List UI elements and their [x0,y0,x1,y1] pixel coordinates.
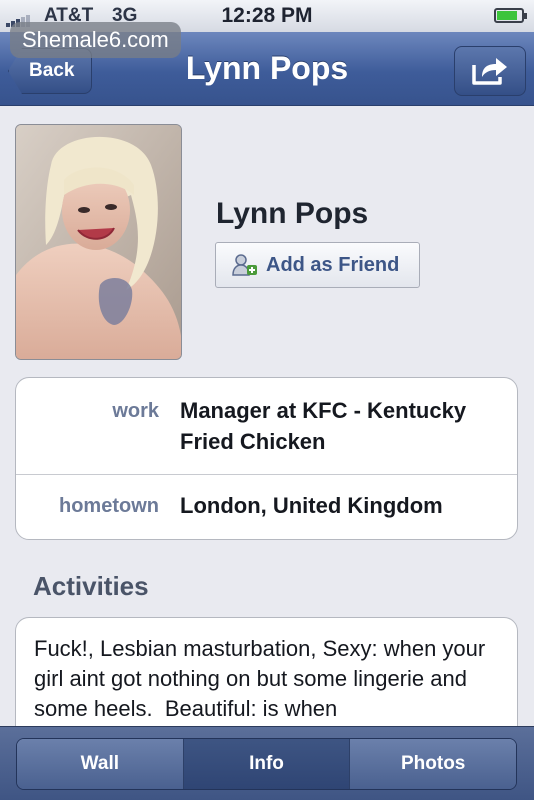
info-row-hometown: hometown London, United Kingdom [16,475,517,539]
share-button[interactable] [454,46,526,96]
info-card: work Manager at KFC - Kentucky Fried Chi… [15,377,518,540]
tab-info[interactable]: Info [183,739,351,789]
activities-header: Activities [33,571,149,601]
add-friend-button[interactable]: Add as Friend [215,242,420,288]
hometown-value: London, United Kingdom [180,493,443,518]
profile-photo[interactable] [15,124,182,360]
info-row-work: work Manager at KFC - Kentucky Fried Chi… [16,378,517,475]
share-icon [472,58,507,85]
hometown-label: hometown [59,495,159,517]
tab-bar: Wall Info Photos [0,726,534,800]
activities-text: Fuck!, Lesbian masturbation, Sexy: when … [34,636,492,721]
profile-name: Lynn Pops [216,197,369,230]
segmented-tabs: Wall Info Photos [16,738,517,790]
work-label: work [112,400,159,422]
add-friend-icon [232,254,257,276]
battery-icon [494,8,527,23]
add-friend-label: Add as Friend [266,253,400,276]
tab-photos[interactable]: Photos [350,739,516,789]
work-value: Manager at KFC - Kentucky Fried Chicken [180,398,467,454]
profile-photo-image [16,125,181,359]
watermark: Shemale6.com [10,22,181,58]
tab-wall[interactable]: Wall [17,739,184,789]
